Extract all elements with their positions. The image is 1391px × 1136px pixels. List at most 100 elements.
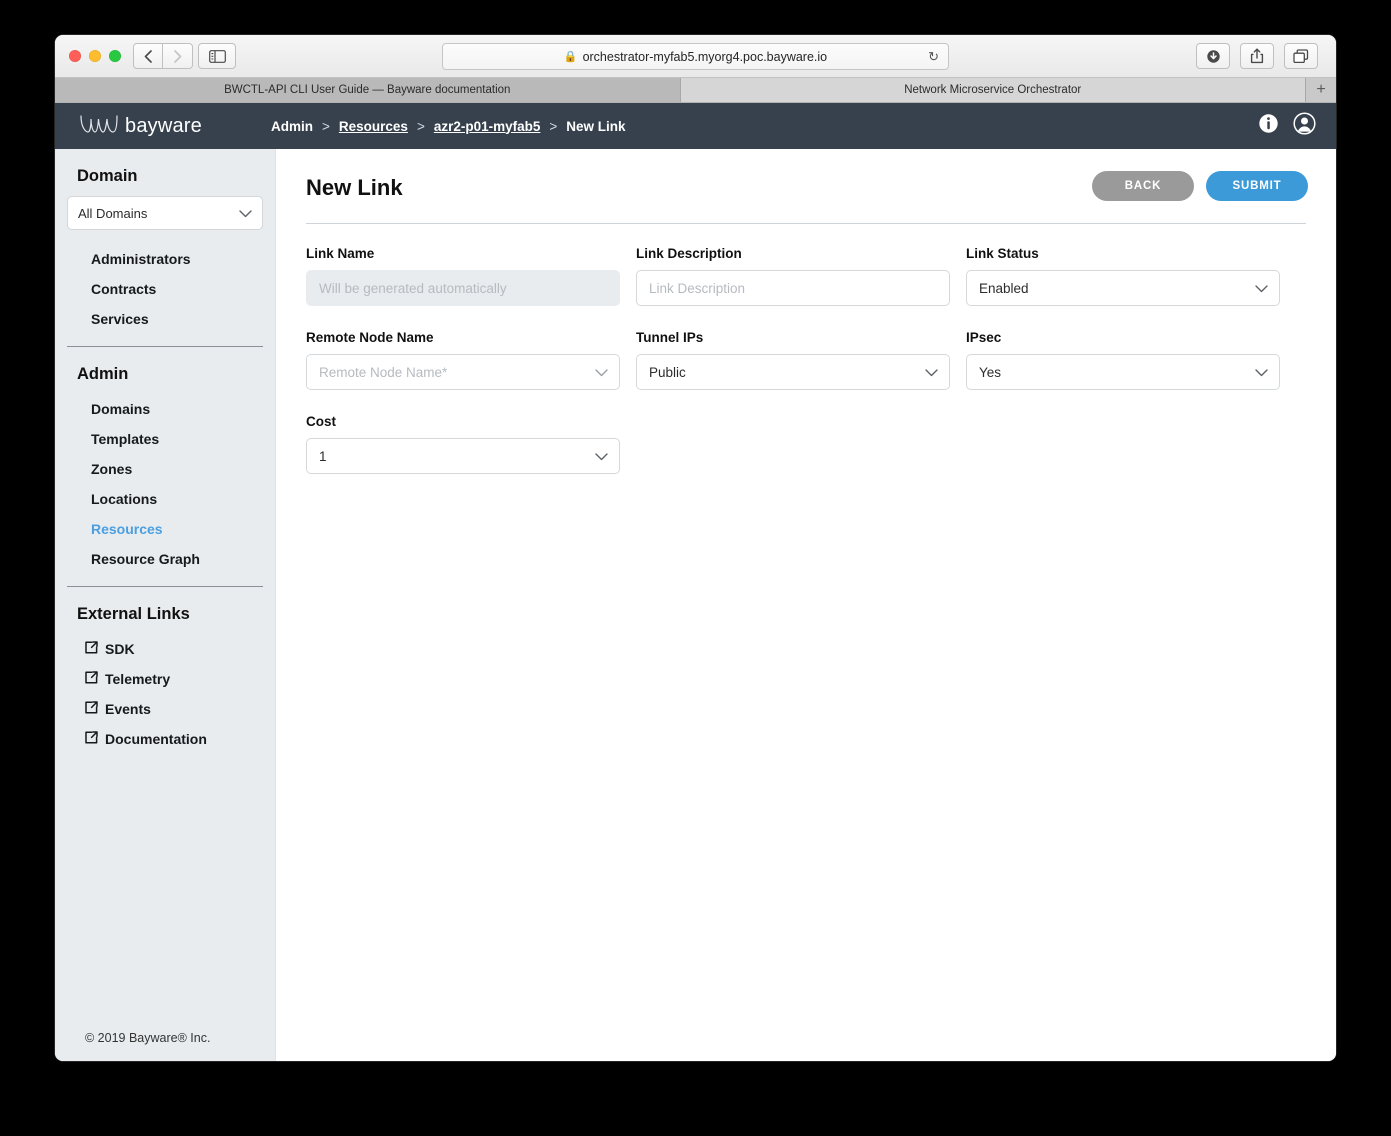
breadcrumb: Admin > Resources > azr2-p01-myfab5 > Ne… (271, 119, 626, 134)
breadcrumb-separator: > (322, 118, 330, 134)
external-link-icon (85, 701, 98, 717)
tab-overview-button[interactable] (1284, 43, 1318, 69)
field-link-status: Link Status Enabled (966, 246, 1280, 306)
app-logo-text: bayware (125, 114, 202, 137)
submit-button[interactable]: SUBMIT (1206, 171, 1308, 201)
field-remote-node-name-label: Remote Node Name (306, 330, 434, 345)
sidebar-item-resources[interactable]: Resources (55, 514, 275, 544)
link-description-placeholder: Link Description (649, 280, 746, 296)
chevron-down-icon (595, 365, 608, 380)
external-link-icon (85, 731, 98, 747)
share-button[interactable] (1240, 43, 1274, 69)
link-status-select[interactable]: Enabled (966, 270, 1280, 306)
field-cost: Cost 1 (306, 414, 620, 474)
page-header: New Link BACK SUBMIT (276, 149, 1336, 201)
tunnel-ips-select[interactable]: Public (636, 354, 950, 390)
breadcrumb-item-admin: Admin (271, 118, 313, 134)
field-link-description: Link Description Link Description (636, 246, 950, 306)
lock-icon: 🔒 (563, 51, 578, 63)
chevron-right-icon (173, 49, 181, 63)
info-button[interactable] (1258, 113, 1279, 139)
sidebar-item-sdk-label: SDK (105, 641, 135, 657)
sidebar-item-resource-graph[interactable]: Resource Graph (55, 544, 275, 574)
download-icon (1206, 49, 1220, 63)
browser-tab-1[interactable]: BWCTL-API CLI User Guide — Bayware docum… (55, 78, 681, 102)
info-icon (1259, 114, 1278, 133)
back-navigation-button[interactable] (133, 43, 163, 69)
field-ipsec: IPsec Yes (966, 330, 1280, 390)
browser-toolbar: 🔒 orchestrator-myfab5.myorg4.poc.bayware… (55, 35, 1336, 78)
account-button[interactable] (1293, 112, 1316, 140)
field-cost-label: Cost (306, 414, 336, 429)
forward-navigation-button[interactable] (163, 43, 193, 69)
link-description-input[interactable]: Link Description (636, 270, 950, 306)
app-logo[interactable]: bayware (79, 113, 249, 140)
footer-copyright: © 2019 Bayware® Inc. (85, 1031, 211, 1045)
reload-icon[interactable]: ↻ (928, 49, 939, 65)
browser-tab-1-title: BWCTL-API CLI User Guide — Bayware docum… (224, 84, 511, 96)
domain-select-value: All Domains (78, 205, 148, 221)
maximize-window-button[interactable] (109, 50, 121, 62)
external-link-icon (85, 671, 98, 687)
chevron-down-icon (1255, 281, 1268, 296)
new-tab-button[interactable]: + (1306, 78, 1336, 102)
sidebar-item-locations[interactable]: Locations (55, 484, 275, 514)
field-link-status-label: Link Status (966, 246, 1039, 261)
field-tunnel-ips: Tunnel IPs Public (636, 330, 950, 390)
app-header: bayware Admin > Resources > azr2-p01-myf… (55, 103, 1336, 149)
cost-value: 1 (319, 448, 327, 464)
link-name-placeholder: Will be generated automatically (319, 280, 507, 296)
sidebar-item-sdk[interactable]: SDK (55, 634, 275, 664)
sidebar-item-services[interactable]: Services (55, 304, 275, 334)
browser-tab-2[interactable]: Network Microservice Orchestrator (680, 78, 1306, 102)
tab-overview-icon (1293, 48, 1309, 63)
breadcrumb-item-node[interactable]: azr2-p01-myfab5 (434, 119, 541, 134)
tab-strip: BWCTL-API CLI User Guide — Bayware docum… (55, 78, 1336, 103)
breadcrumb-item-resources[interactable]: Resources (339, 119, 408, 134)
main-content: New Link BACK SUBMIT Link Name Will be g… (276, 149, 1336, 1061)
field-link-name: Link Name Will be generated automaticall… (306, 246, 620, 306)
sidebar-item-administrators[interactable]: Administrators (55, 244, 275, 274)
sidebar-item-events[interactable]: Events (55, 694, 275, 724)
bayware-wave-logo (79, 113, 119, 140)
ipsec-select[interactable]: Yes (966, 354, 1280, 390)
header-icons (1258, 112, 1316, 140)
sidebar-item-domains[interactable]: Domains (55, 394, 275, 424)
chevron-left-icon (144, 49, 152, 63)
web-app: bayware Admin > Resources > azr2-p01-myf… (55, 103, 1336, 1061)
address-bar[interactable]: 🔒 orchestrator-myfab5.myorg4.poc.bayware… (442, 43, 949, 70)
sidebar-section-admin-title: Admin (77, 365, 129, 383)
sidebar-item-contracts[interactable]: Contracts (55, 274, 275, 304)
breadcrumb-separator: > (549, 118, 558, 134)
downloads-button[interactable] (1196, 43, 1230, 69)
breadcrumb-item-new-link: New Link (566, 118, 626, 134)
chevron-down-icon (595, 449, 608, 464)
back-button[interactable]: BACK (1092, 171, 1194, 201)
sidebar-item-documentation[interactable]: Documentation (55, 724, 275, 754)
new-link-form: Link Name Will be generated automaticall… (276, 224, 1336, 498)
tunnel-ips-value: Public (649, 364, 686, 380)
cost-select[interactable]: 1 (306, 438, 620, 474)
sidebar-item-templates[interactable]: Templates (55, 424, 275, 454)
close-window-button[interactable] (69, 50, 81, 62)
sidebar-item-events-label: Events (105, 701, 151, 717)
browser-window: 🔒 orchestrator-myfab5.myorg4.poc.bayware… (55, 35, 1336, 1061)
share-icon (1250, 48, 1264, 64)
field-tunnel-ips-label: Tunnel IPs (636, 330, 704, 345)
page-actions: BACK SUBMIT (1092, 171, 1308, 201)
sidebar-item-zones[interactable]: Zones (55, 454, 275, 484)
domain-select[interactable]: All Domains (67, 196, 263, 230)
field-link-description-label: Link Description (636, 246, 742, 261)
chevron-down-icon (925, 365, 938, 380)
sidebar-item-telemetry[interactable]: Telemetry (55, 664, 275, 694)
browser-tab-2-title: Network Microservice Orchestrator (904, 84, 1082, 96)
remote-node-name-select[interactable]: Remote Node Name* (306, 354, 620, 390)
sidebar: Domain All Domains Administrators Contra… (55, 149, 276, 1061)
field-link-name-label: Link Name (306, 246, 375, 261)
sidebar-toggle-button[interactable] (198, 43, 236, 69)
user-account-icon (1293, 112, 1316, 135)
field-remote-node-name: Remote Node Name Remote Node Name* (306, 330, 620, 390)
minimize-window-button[interactable] (89, 50, 101, 62)
sidebar-item-telemetry-label: Telemetry (105, 671, 171, 687)
address-bar-url: orchestrator-myfab5.myorg4.poc.bayware.i… (582, 49, 828, 64)
